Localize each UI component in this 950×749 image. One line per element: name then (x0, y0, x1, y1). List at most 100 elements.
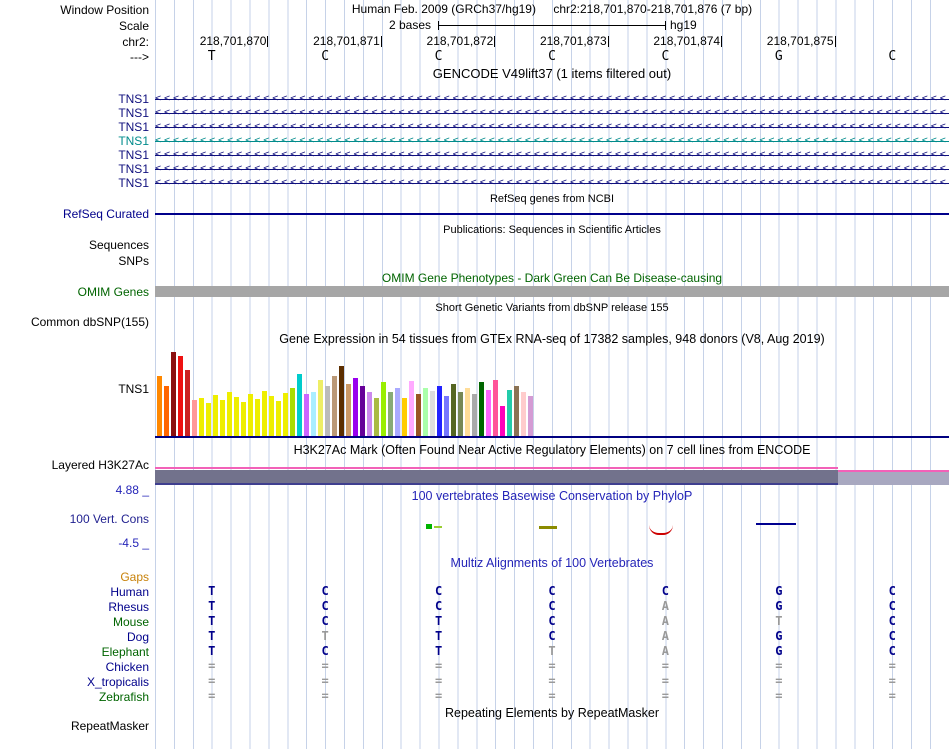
phylop-mark (756, 523, 796, 525)
dbsnp-track-title: Short Genetic Variants from dbSNP releas… (435, 302, 669, 314)
gtex-expression-bar (290, 388, 295, 436)
alignment-base: C (888, 644, 896, 658)
species-label[interactable]: Dog (0, 630, 155, 644)
gtex-expression-bar (514, 386, 519, 436)
multiz-species-row[interactable]: Gaps (0, 569, 950, 584)
alignment-base: = (434, 674, 443, 688)
reference-base: C (548, 49, 556, 64)
gtex-expression-bar (262, 391, 267, 436)
alignment-base: = (888, 674, 896, 688)
gencode-transcript-label[interactable]: TNS1 (0, 120, 155, 134)
genome-browser-image: Window Position Human Feb. 2009 (GRCh37/… (0, 0, 950, 749)
alignment-base: C (548, 614, 556, 628)
alignment-cells: = = = = = = = (155, 659, 949, 674)
gencode-track-title: GENCODE V49lift37 (1 items filtered out) (432, 66, 672, 81)
phylop-cons-label[interactable]: 100 Vert. Cons (0, 512, 155, 526)
gencode-transcript-row[interactable]: TNS1 <<<<<<<<<<<<<<<<<<<<<<<<<<<<<<<<<<<<… (0, 134, 950, 148)
reference-base: T (207, 49, 216, 64)
alignment-base: G (775, 629, 783, 643)
gtex-gene-label[interactable]: TNS1 (0, 382, 155, 396)
species-label[interactable]: Mouse (0, 615, 155, 629)
transcript-intron-arrows[interactable]: <<<<<<<<<<<<<<<<<<<<<<<<<<<<<<<<<<<<<<<<… (155, 134, 949, 148)
phylop-mark (426, 524, 432, 529)
gencode-transcript-row[interactable]: TNS1 <<<<<<<<<<<<<<<<<<<<<<<<<<<<<<<<<<<<… (0, 92, 950, 106)
species-label[interactable]: Elephant (0, 645, 155, 659)
transcript-intron-arrows[interactable]: <<<<<<<<<<<<<<<<<<<<<<<<<<<<<<<<<<<<<<<<… (155, 148, 949, 162)
transcript-intron-arrows[interactable]: <<<<<<<<<<<<<<<<<<<<<<<<<<<<<<<<<<<<<<<<… (155, 92, 949, 106)
alignment-base: = (661, 674, 670, 688)
alignment-base: C (888, 629, 896, 643)
gtex-expression-bar (248, 394, 253, 436)
layered-h3k27ac-label[interactable]: Layered H3K27Ac (0, 458, 155, 472)
gtex-expression-bar (367, 392, 372, 436)
transcript-intron-arrows[interactable]: <<<<<<<<<<<<<<<<<<<<<<<<<<<<<<<<<<<<<<<<… (155, 176, 949, 190)
species-label[interactable]: Gaps (0, 570, 155, 584)
multiz-species-row[interactable]: Dog T T T C A G C (0, 629, 950, 644)
alignment-base: C (548, 599, 556, 613)
gencode-transcript-row[interactable]: TNS1 <<<<<<<<<<<<<<<<<<<<<<<<<<<<<<<<<<<<… (0, 148, 950, 162)
gtex-expression-bar (325, 386, 330, 436)
reference-base: G (774, 49, 783, 64)
species-label[interactable]: Human (0, 585, 155, 599)
coordinate-label: 218,701,873 (539, 34, 609, 48)
gencode-transcript-row[interactable]: TNS1 <<<<<<<<<<<<<<<<<<<<<<<<<<<<<<<<<<<<… (0, 162, 950, 176)
common-dbsnp-label[interactable]: Common dbSNP(155) (0, 315, 155, 329)
phylop-track[interactable] (155, 503, 949, 555)
gtex-expression-bar (192, 400, 197, 436)
gencode-transcript-row[interactable]: TNS1 <<<<<<<<<<<<<<<<<<<<<<<<<<<<<<<<<<<<… (0, 176, 950, 190)
repeatmasker-label[interactable]: RepeatMasker (0, 719, 155, 733)
phylop-max-label: 4.88 _ (115, 483, 149, 497)
gencode-transcript-row[interactable]: TNS1 <<<<<<<<<<<<<<<<<<<<<<<<<<<<<<<<<<<<… (0, 106, 950, 120)
gtex-expression-bar (234, 397, 239, 436)
coordinate-tick (834, 36, 836, 47)
refseq-gene-line[interactable] (155, 213, 949, 215)
alignment-base: C (434, 599, 443, 613)
multiz-species-row[interactable]: Zebrafish = = = = = = = (0, 689, 950, 704)
species-label[interactable]: Chicken (0, 660, 155, 674)
gtex-expression-bar (276, 401, 281, 436)
gtex-expression-bar (269, 396, 274, 436)
alignment-base: C (548, 629, 556, 643)
alignment-cells: TCCCAGC (155, 599, 949, 614)
publications-snps-label[interactable]: SNPs (0, 254, 155, 268)
alignment-base: A (661, 629, 670, 643)
transcript-intron-arrows[interactable]: <<<<<<<<<<<<<<<<<<<<<<<<<<<<<<<<<<<<<<<<… (155, 106, 949, 120)
multiz-rows: Gaps Human T C C C C G C Rhesus T C C C A G C Mouse T C T C A T… (0, 569, 950, 704)
gtex-expression-bar (318, 380, 323, 436)
alignment-base: = (888, 659, 896, 673)
species-label[interactable]: Rhesus (0, 600, 155, 614)
gtex-expression-bar (304, 394, 309, 436)
gencode-transcript-label[interactable]: TNS1 (0, 134, 155, 148)
gtex-expression-plot[interactable] (155, 349, 949, 438)
gtex-expression-bar (409, 381, 414, 436)
gencode-transcript-label[interactable]: TNS1 (0, 176, 155, 190)
gtex-expression-bar (220, 400, 225, 436)
multiz-species-row[interactable]: Mouse T C T C A T C (0, 614, 950, 629)
multiz-species-row[interactable]: X_tropicalis = = = = = = = (0, 674, 950, 689)
multiz-species-row[interactable]: Rhesus T C C C A G C (0, 599, 950, 614)
gencode-transcript-row[interactable]: TNS1 <<<<<<<<<<<<<<<<<<<<<<<<<<<<<<<<<<<<… (0, 120, 950, 134)
publications-sequences-label[interactable]: Sequences (0, 238, 155, 252)
species-label[interactable]: X_tropicalis (0, 675, 155, 689)
transcript-intron-arrows[interactable]: <<<<<<<<<<<<<<<<<<<<<<<<<<<<<<<<<<<<<<<<… (155, 162, 949, 176)
phylop-mark (434, 526, 442, 528)
gtex-expression-bar (185, 370, 190, 436)
omim-genes-label[interactable]: OMIM Genes (0, 285, 155, 299)
multiz-species-row[interactable]: Chicken = = = = = = = (0, 659, 950, 674)
gencode-transcript-label[interactable]: TNS1 (0, 106, 155, 120)
alignment-base: C (321, 584, 329, 598)
gencode-transcript-label[interactable]: TNS1 (0, 148, 155, 162)
alignment-base: T (434, 614, 443, 628)
refseq-curated-label[interactable]: RefSeq Curated (0, 207, 155, 221)
transcript-intron-arrows[interactable]: <<<<<<<<<<<<<<<<<<<<<<<<<<<<<<<<<<<<<<<<… (155, 120, 949, 134)
omim-genes-bar[interactable] (155, 286, 949, 297)
gencode-transcript-label[interactable]: TNS1 (0, 92, 155, 106)
gtex-expression-bar (465, 388, 470, 436)
species-label[interactable]: Zebrafish (0, 690, 155, 704)
gencode-transcript-label[interactable]: TNS1 (0, 162, 155, 176)
multiz-species-row[interactable]: Human T C C C C G C (0, 584, 950, 599)
alignment-base: T (548, 644, 556, 658)
phylop-min-label: -4.5 _ (118, 536, 149, 550)
multiz-species-row[interactable]: Elephant T C T T A G C (0, 644, 950, 659)
layered-h3k27ac-signal[interactable] (155, 456, 949, 487)
